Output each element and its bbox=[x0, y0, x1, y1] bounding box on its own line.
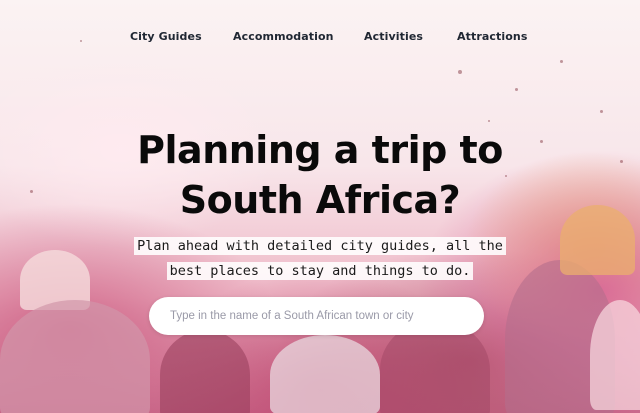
hero-title-line-2: South Africa? bbox=[179, 178, 461, 222]
powder-speck bbox=[515, 88, 518, 91]
crowd-figure bbox=[0, 300, 150, 413]
hero-title-line-1: Planning a trip to bbox=[137, 128, 503, 172]
crowd-figure bbox=[270, 335, 380, 413]
powder-speck bbox=[488, 120, 490, 122]
nav-city-guides[interactable]: City Guides bbox=[130, 30, 202, 43]
nav-attractions[interactable]: Attractions bbox=[457, 30, 527, 43]
hero-subtitle-line-1: Plan ahead with detailed city guides, al… bbox=[134, 237, 506, 255]
crowd-figure bbox=[160, 330, 250, 413]
search-input[interactable] bbox=[170, 297, 470, 335]
powder-speck bbox=[560, 60, 563, 63]
nav-accommodation[interactable]: Accommodation bbox=[233, 30, 334, 43]
hero-subtitle: Plan ahead with detailed city guides, al… bbox=[0, 234, 640, 284]
hero-title: Planning a trip to South Africa? bbox=[0, 125, 640, 225]
powder-speck bbox=[458, 70, 462, 74]
powder-speck bbox=[600, 110, 603, 113]
crowd-figure bbox=[590, 300, 640, 410]
nav-activities[interactable]: Activities bbox=[364, 30, 423, 43]
search-box bbox=[149, 297, 484, 335]
hero-subtitle-line-2: best places to stay and things to do. bbox=[166, 262, 474, 280]
main-navigation: City Guides Accommodation Activities Att… bbox=[0, 30, 640, 48]
